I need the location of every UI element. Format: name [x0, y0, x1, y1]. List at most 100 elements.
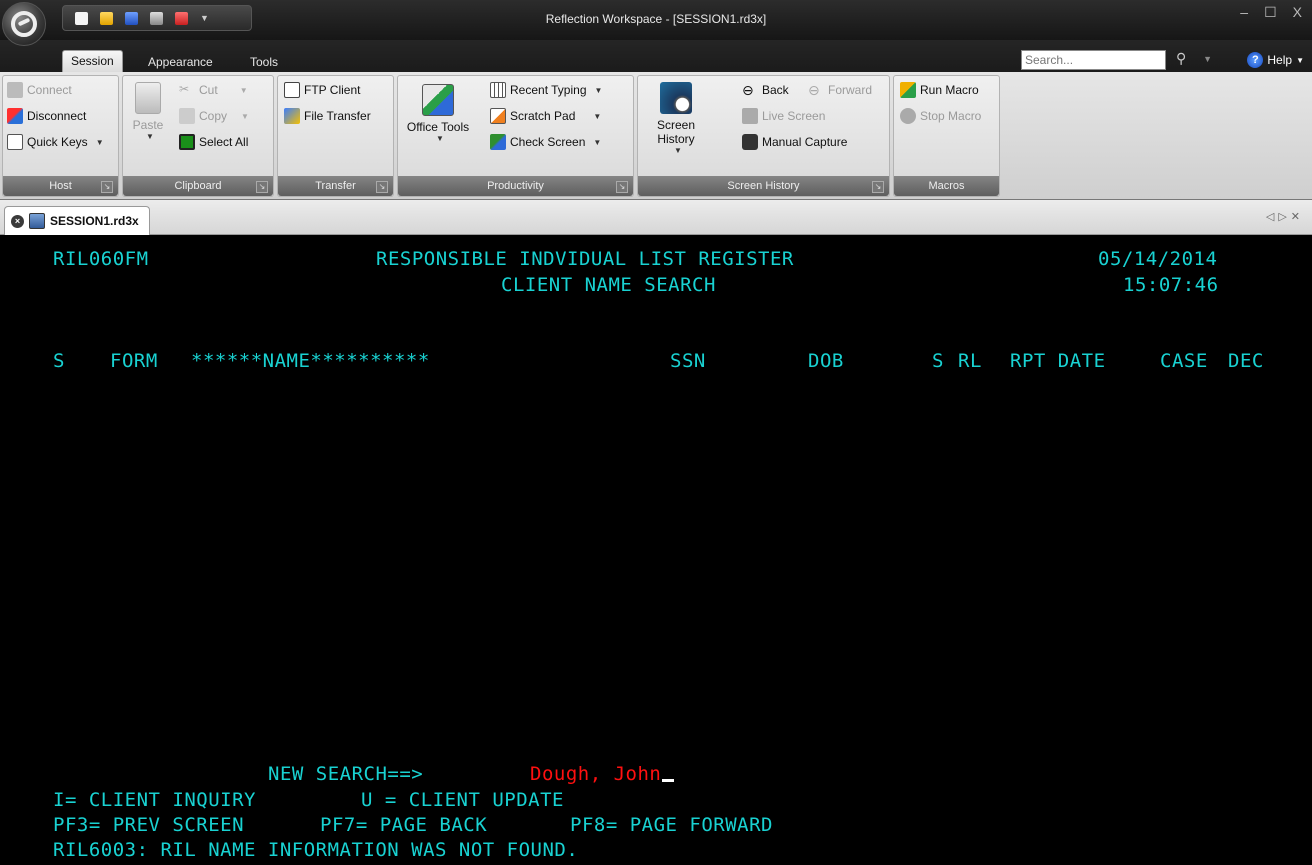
text-cursor [662, 779, 675, 782]
screen-title: RESPONSIBLE INDVIDUAL LIST REGISTER [376, 248, 794, 270]
tab-tools[interactable]: Tools [242, 52, 286, 72]
chevron-down-icon: ▼ [239, 85, 248, 95]
chevron-down-icon: ▼ [594, 85, 603, 95]
new-search-field[interactable]: Dough, John [530, 763, 675, 785]
tab-session1[interactable]: × SESSION1.rd3x [4, 206, 150, 235]
chevron-down-icon: ▼ [241, 111, 249, 121]
group-screen-history: Screen History ▼ ⊖ Back ⊖ Forward Live S… [637, 75, 890, 197]
scratch-pad-button[interactable]: Scratch Pad ▼ [490, 105, 601, 127]
screen-subtitle: CLIENT NAME SEARCH [501, 274, 716, 296]
paste-button[interactable]: Paste ▼ [127, 82, 169, 141]
manual-capture-button[interactable]: Manual Capture [742, 131, 847, 153]
select-all-icon [179, 134, 195, 150]
host-dialog-launcher-icon[interactable]: ↘ [101, 181, 113, 193]
group-clipboard: Paste ▼ ✂ Cut ▼ Copy ▼ Select All Clipbo… [122, 75, 274, 197]
scratch-pad-icon [490, 108, 506, 124]
chevron-down-icon: ▼ [95, 137, 104, 147]
ftp-client-button[interactable]: FTP Client [284, 79, 360, 101]
check-screen-icon [490, 134, 506, 150]
group-label-productivity: Productivity [398, 176, 633, 196]
close-document-icon[interactable]: ✕ [1291, 211, 1304, 223]
file-transfer-button[interactable]: File Transfer [284, 105, 371, 127]
cut-button[interactable]: ✂ Cut ▼ [179, 79, 248, 101]
group-label-screen-history: Screen History [638, 176, 889, 196]
terminal-session-icon [29, 213, 45, 229]
keyboard-icon [490, 82, 506, 98]
back-button[interactable]: ⊖ Back [742, 79, 789, 101]
stop-macro-button[interactable]: Stop Macro [900, 105, 981, 127]
column-header-name: ******NAME********** [191, 350, 430, 372]
client-inquiry-hint: I= CLIENT INQUIRY [53, 789, 256, 811]
maximize-button[interactable]: ☐ [1264, 4, 1277, 21]
help-icon: ? [1247, 52, 1264, 68]
column-header-dob: DOB [808, 350, 844, 372]
reflection-logo-icon [11, 11, 37, 37]
disconnect-button[interactable]: Disconnect [7, 105, 86, 127]
column-header-dec: DEC [1228, 350, 1264, 372]
column-header-s2: S [932, 350, 944, 372]
column-header-s: S [53, 350, 65, 372]
transfer-dialog-launcher-icon[interactable]: ↘ [376, 181, 388, 193]
tab-appearance[interactable]: Appearance [140, 52, 221, 72]
quick-keys-button[interactable]: Quick Keys ▼ [7, 131, 104, 153]
chevron-down-icon: ▼ [146, 132, 154, 141]
connect-button[interactable]: Connect [7, 79, 72, 101]
tab-navigation: ◁▷✕ [1266, 210, 1304, 223]
pf8-hint: PF8= PAGE FORWARD [570, 814, 773, 836]
search-input[interactable]: Search... [1021, 50, 1166, 70]
help-button[interactable]: ? Help ▼ [1247, 52, 1304, 68]
office-tools-icon [422, 84, 454, 116]
copy-icon [179, 108, 195, 124]
chevron-down-icon: ▼ [436, 134, 444, 143]
ribbon: Connect Disconnect Quick Keys ▼ Host ↘ P… [0, 72, 1312, 200]
tab-session[interactable]: Session [62, 50, 123, 72]
column-header-form: FORM [110, 350, 158, 372]
status-message: RIL6003: RIL NAME INFORMATION WAS NOT FO… [53, 839, 579, 861]
screen-history-button[interactable]: Screen History ▼ [641, 82, 711, 155]
terminal-screen[interactable]: RIL060FM RESPONSIBLE INDVIDUAL LIST REGI… [0, 236, 1312, 865]
column-header-case: CASE [1160, 350, 1208, 372]
quick-keys-icon [7, 134, 23, 150]
close-button[interactable]: X [1293, 4, 1302, 21]
search-icon[interactable]: ⚲ [1176, 50, 1194, 70]
scissors-icon: ✂ [179, 82, 190, 96]
tab-scroll-left-icon[interactable]: ◁ [1266, 211, 1278, 223]
title-bar: ▼ Reflection Workspace - [SESSION1.rd3x]… [0, 0, 1312, 40]
office-tools-button[interactable]: Office Tools ▼ [402, 84, 474, 143]
file-transfer-icon [284, 108, 300, 124]
application-menu-button[interactable] [2, 2, 46, 46]
group-macros: Run Macro Stop Macro Macros [893, 75, 1000, 197]
forward-arrow-icon: ⊖ [808, 82, 820, 98]
close-tab-icon[interactable]: × [11, 214, 24, 228]
run-macro-button[interactable]: Run Macro [900, 79, 979, 101]
forward-button[interactable]: ⊖ Forward [808, 79, 872, 101]
column-header-ssn: SSN [670, 350, 706, 372]
ribbon-tab-row: Session Appearance Tools Search... ⚲ ▼ ?… [0, 40, 1312, 72]
tab-session1-label: SESSION1.rd3x [50, 214, 139, 228]
group-productivity: Office Tools ▼ Recent Typing ▼ Scratch P… [397, 75, 634, 197]
run-macro-icon [900, 82, 916, 98]
screen-history-dialog-launcher-icon[interactable]: ↘ [872, 181, 884, 193]
minimize-button[interactable]: – [1240, 4, 1248, 21]
back-arrow-icon: ⊖ [742, 82, 754, 98]
clipboard-dialog-launcher-icon[interactable]: ↘ [256, 181, 268, 193]
connect-icon [7, 82, 23, 98]
copy-button[interactable]: Copy ▼ [179, 105, 249, 127]
chevron-down-icon: ▼ [593, 111, 602, 121]
client-update-hint: U = CLIENT UPDATE [361, 789, 564, 811]
chevron-down-icon: ▼ [674, 146, 682, 155]
tab-scroll-right-icon[interactable]: ▷ [1278, 211, 1290, 223]
help-chevron-icon: ▼ [1296, 55, 1304, 65]
live-screen-button[interactable]: Live Screen [742, 105, 825, 127]
live-screen-icon [742, 108, 758, 124]
search-dropdown-chevron-icon[interactable]: ▼ [1203, 54, 1212, 64]
help-label: Help [1267, 53, 1293, 67]
screen-date: 05/14/2014 [1098, 248, 1218, 270]
select-all-button[interactable]: Select All [179, 131, 248, 153]
camera-icon [742, 134, 758, 150]
new-search-value: Dough, John [530, 763, 662, 785]
recent-typing-button[interactable]: Recent Typing ▼ [490, 79, 602, 101]
check-screen-button[interactable]: Check Screen ▼ [490, 131, 601, 153]
screen-time: 15:07:46 [1123, 274, 1219, 296]
productivity-dialog-launcher-icon[interactable]: ↘ [616, 181, 628, 193]
